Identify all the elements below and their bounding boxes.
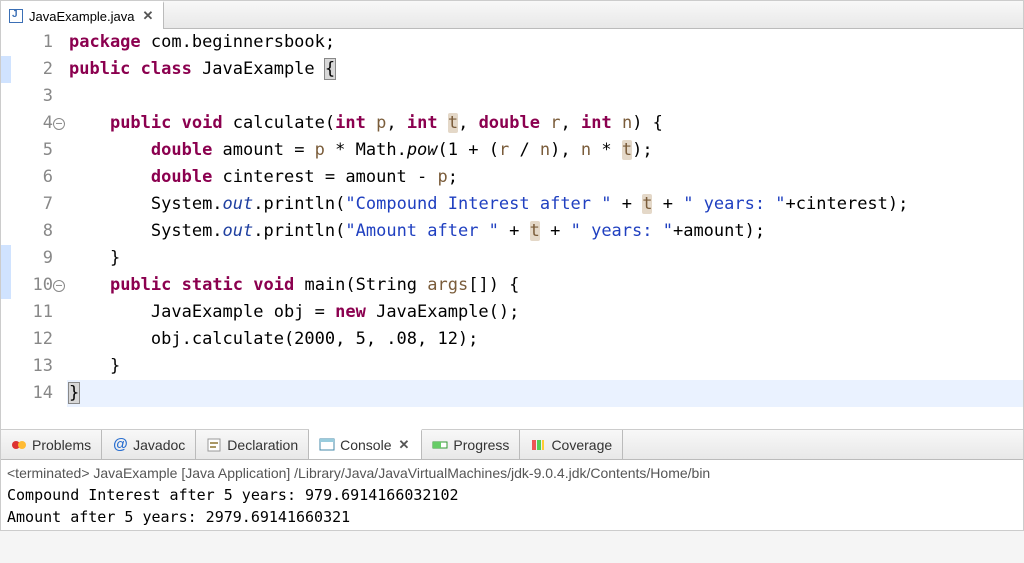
bottom-panel: Problems @ Javadoc Declaration Console ✕… bbox=[0, 430, 1024, 531]
javadoc-icon: @ bbox=[112, 437, 128, 453]
code-line[interactable] bbox=[67, 83, 1023, 110]
console-output-line: Amount after 5 years: 2979.69141660321 bbox=[7, 506, 1017, 528]
code-line[interactable]: double cinterest = amount - p; bbox=[67, 164, 1023, 191]
code-content[interactable]: package com.beginnersbook;public class J… bbox=[67, 29, 1023, 429]
tab-javadoc[interactable]: @ Javadoc bbox=[102, 430, 196, 459]
code-line[interactable]: obj.calculate(2000, 5, .08, 12); bbox=[67, 326, 1023, 353]
code-line[interactable]: public class JavaExample { bbox=[67, 56, 1023, 83]
console-status-line: <terminated> JavaExample [Java Applicati… bbox=[7, 462, 1017, 484]
editor-tab-javaexample[interactable]: JavaExample.java ✕ bbox=[1, 1, 164, 29]
code-line[interactable]: System.out.println("Amount after " + t +… bbox=[67, 218, 1023, 245]
console-content: <terminated> JavaExample [Java Applicati… bbox=[1, 460, 1023, 530]
marker-margin bbox=[1, 29, 11, 429]
tab-console[interactable]: Console ✕ bbox=[309, 429, 422, 459]
fold-toggle-icon[interactable]: – bbox=[53, 280, 65, 292]
tab-label: Problems bbox=[32, 437, 91, 453]
view-tab-bar: Problems @ Javadoc Declaration Console ✕… bbox=[1, 430, 1023, 460]
code-body[interactable]: 1234–5678910–11121314 package com.beginn… bbox=[1, 29, 1023, 429]
tab-declaration[interactable]: Declaration bbox=[196, 430, 309, 459]
code-line[interactable]: } bbox=[67, 353, 1023, 380]
code-line[interactable]: } bbox=[67, 380, 1023, 407]
code-line[interactable]: System.out.println("Compound Interest af… bbox=[67, 191, 1023, 218]
close-icon[interactable]: ✕ bbox=[141, 8, 156, 24]
editor-tab-bar: JavaExample.java ✕ bbox=[1, 1, 1023, 29]
progress-icon bbox=[432, 437, 448, 453]
console-icon bbox=[319, 437, 335, 453]
tab-label: Progress bbox=[453, 437, 509, 453]
tab-progress[interactable]: Progress bbox=[422, 430, 520, 459]
line-number-gutter: 1234–5678910–11121314 bbox=[11, 29, 67, 429]
editor-tab-label: JavaExample.java bbox=[29, 9, 135, 24]
code-line[interactable]: } bbox=[67, 245, 1023, 272]
code-line[interactable]: public void calculate(int p, int t, doub… bbox=[67, 110, 1023, 137]
close-icon[interactable]: ✕ bbox=[397, 437, 412, 453]
code-line[interactable]: public static void main(String args[]) { bbox=[67, 272, 1023, 299]
tab-label: Javadoc bbox=[133, 437, 185, 453]
editor-pane: JavaExample.java ✕ 1234–5678910–11121314… bbox=[0, 0, 1024, 430]
console-output-line: Compound Interest after 5 years: 979.691… bbox=[7, 484, 1017, 506]
code-line[interactable]: double amount = p * Math.pow(1 + (r / n)… bbox=[67, 137, 1023, 164]
tab-coverage[interactable]: Coverage bbox=[520, 430, 623, 459]
tab-label: Declaration bbox=[227, 437, 298, 453]
tab-problems[interactable]: Problems bbox=[1, 430, 102, 459]
code-line[interactable]: package com.beginnersbook; bbox=[67, 29, 1023, 56]
problems-icon bbox=[11, 437, 27, 453]
declaration-icon bbox=[206, 437, 222, 453]
fold-toggle-icon[interactable]: – bbox=[53, 118, 65, 130]
tab-label: Console bbox=[340, 437, 391, 453]
java-file-icon bbox=[9, 9, 23, 23]
code-line[interactable]: JavaExample obj = new JavaExample(); bbox=[67, 299, 1023, 326]
coverage-icon bbox=[530, 437, 546, 453]
tab-label: Coverage bbox=[551, 437, 612, 453]
